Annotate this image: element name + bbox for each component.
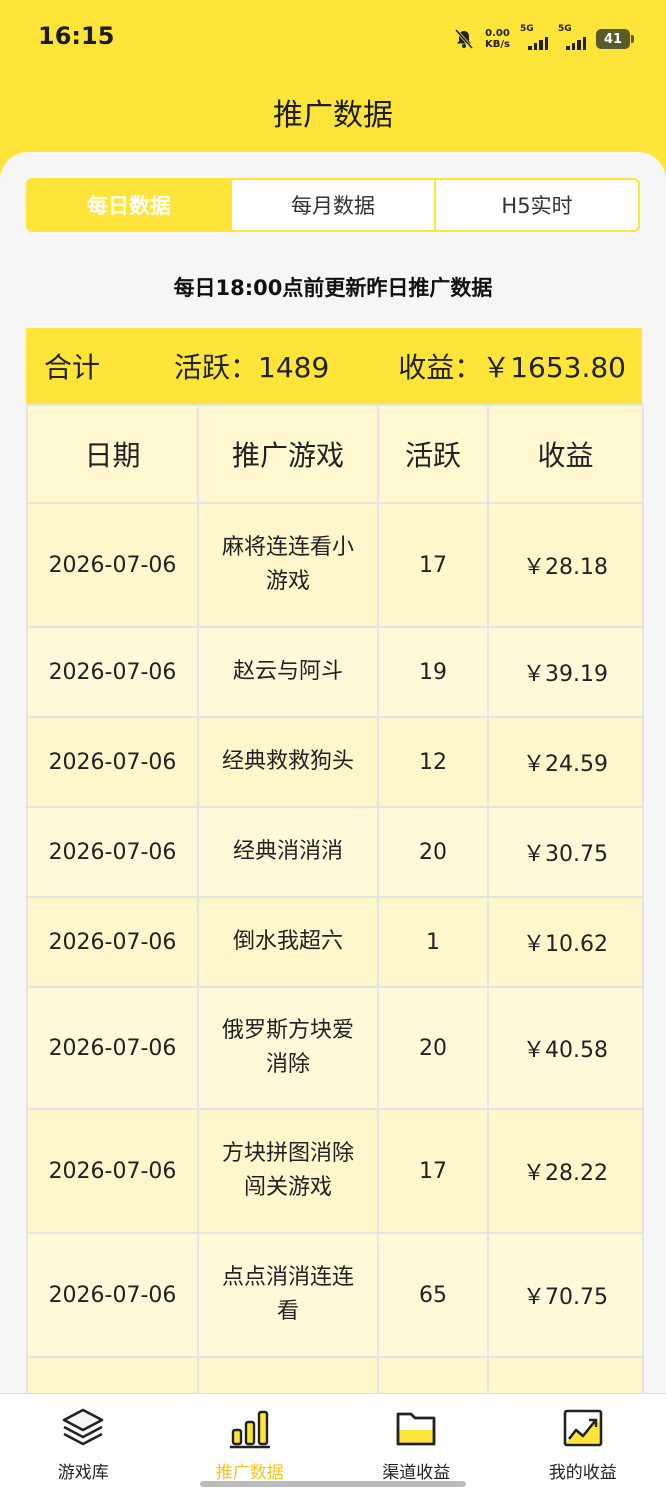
cell-game: 方块拼图消除闯关游戏 bbox=[198, 1109, 378, 1233]
cell-active: 65 bbox=[378, 1233, 488, 1357]
cell-game: 点点消消连连看 bbox=[198, 1233, 378, 1357]
tab-monthly[interactable]: 每月数据 bbox=[232, 180, 436, 230]
battery-icon: 41 bbox=[596, 29, 630, 49]
cell-revenue: ￥70.75 bbox=[488, 1233, 643, 1357]
tabbar-item-my-revenue[interactable]: 我的收益 bbox=[500, 1394, 666, 1501]
summary-revenue: 收益：￥1653.80 bbox=[398, 346, 626, 386]
summary-bar: 合计 活跃：1489 收益：￥1653.80 bbox=[26, 328, 642, 404]
status-icons: 0.00 KB/s 5G 5G 41 bbox=[453, 24, 630, 54]
column-header-game: 推广游戏 bbox=[198, 405, 378, 503]
home-indicator[interactable] bbox=[200, 1481, 466, 1487]
signal-icon: 5G bbox=[558, 28, 586, 50]
table-row: 2026-07-06 赵云与阿斗 19 ￥39.19 bbox=[27, 627, 643, 717]
cell-revenue: ￥39.19 bbox=[488, 627, 643, 717]
tabbar-label: 我的收益 bbox=[549, 1458, 617, 1483]
summary-label: 合计 bbox=[44, 346, 100, 386]
tabbar-label: 游戏库 bbox=[58, 1458, 109, 1483]
folder-icon bbox=[393, 1406, 439, 1450]
update-notice: 每日18:00点前更新昨日推广数据 bbox=[0, 272, 666, 302]
table-row: 2026-07-06 方块拼图消除闯关游戏 17 ￥28.22 bbox=[27, 1109, 643, 1233]
table-row: 2026-07-06 点点消消连连看 65 ￥70.75 bbox=[27, 1233, 643, 1357]
signal-label: 5G bbox=[558, 24, 572, 34]
cell-revenue: ￥24.59 bbox=[488, 717, 643, 807]
tabbar-label: 渠道收益 bbox=[382, 1458, 450, 1483]
cell-game: 俄罗斯方块爱消除 bbox=[198, 987, 378, 1109]
cell-revenue: ￥40.58 bbox=[488, 987, 643, 1109]
tab-daily[interactable]: 每日数据 bbox=[28, 180, 232, 230]
cell-date: 2026-07-06 bbox=[27, 807, 198, 897]
cell-active: 17 bbox=[378, 1109, 488, 1233]
table-row: 2026-07-06 麻将连连看小游戏 17 ￥28.18 bbox=[27, 503, 643, 627]
cell-date: 2026-07-06 bbox=[27, 1233, 198, 1357]
signal-label: 5G bbox=[520, 24, 534, 34]
page-title: 推广数据 bbox=[0, 90, 666, 134]
speed-value: 0.00 bbox=[485, 28, 510, 39]
network-speed: 0.00 KB/s bbox=[485, 28, 510, 50]
cell-active: 20 bbox=[378, 807, 488, 897]
signal-icon: 5G bbox=[520, 28, 548, 50]
cell-active: 19 bbox=[378, 627, 488, 717]
cell-date: 2026-07-06 bbox=[27, 627, 198, 717]
cell-revenue: ￥28.22 bbox=[488, 1109, 643, 1233]
cell-active: 12 bbox=[378, 717, 488, 807]
bell-mute-icon bbox=[453, 28, 475, 50]
column-header-revenue: 收益 bbox=[488, 405, 643, 503]
tabbar-item-game-library[interactable]: 游戏库 bbox=[0, 1394, 167, 1501]
column-header-date: 日期 bbox=[27, 405, 198, 503]
cell-active: 17 bbox=[378, 503, 488, 627]
column-header-active: 活跃 bbox=[378, 405, 488, 503]
cell-active: 20 bbox=[378, 987, 488, 1109]
layers-icon bbox=[60, 1406, 106, 1450]
summary-active: 活跃：1489 bbox=[174, 346, 329, 386]
content-panel: 每日数据 每月数据 H5实时 每日18:00点前更新昨日推广数据 合计 活跃：1… bbox=[0, 152, 666, 1500]
cell-date: 2026-07-06 bbox=[27, 717, 198, 807]
table-row: 2026-07-06 经典消消消 20 ￥30.75 bbox=[27, 807, 643, 897]
data-table: 日期 推广游戏 活跃 收益 2026-07-06 麻将连连看小游戏 17 ￥28… bbox=[26, 404, 644, 1482]
cell-revenue: ￥10.62 bbox=[488, 897, 643, 987]
cell-date: 2026-07-06 bbox=[27, 987, 198, 1109]
tabbar-label: 推广数据 bbox=[216, 1458, 284, 1483]
cell-game: 经典救救狗头 bbox=[198, 717, 378, 807]
trend-chart-icon bbox=[560, 1406, 606, 1450]
status-bar: 16:15 0.00 KB/s 5G 5G 41 bbox=[0, 0, 666, 78]
tab-h5-realtime[interactable]: H5实时 bbox=[436, 180, 638, 230]
cell-game: 赵云与阿斗 bbox=[198, 627, 378, 717]
cell-date: 2026-07-06 bbox=[27, 503, 198, 627]
cell-revenue: ￥30.75 bbox=[488, 807, 643, 897]
cell-active: 1 bbox=[378, 897, 488, 987]
cell-game: 经典消消消 bbox=[198, 807, 378, 897]
table-row: 2026-07-06 倒水我超六 1 ￥10.62 bbox=[27, 897, 643, 987]
table-header-row: 日期 推广游戏 活跃 收益 bbox=[27, 405, 643, 503]
cell-revenue: ￥28.18 bbox=[488, 503, 643, 627]
bar-chart-icon bbox=[227, 1406, 273, 1450]
speed-unit: KB/s bbox=[485, 39, 510, 50]
status-time: 16:15 bbox=[38, 22, 114, 50]
cell-game: 麻将连连看小游戏 bbox=[198, 503, 378, 627]
segment-tabs: 每日数据 每月数据 H5实时 bbox=[26, 178, 640, 232]
cell-game: 倒水我超六 bbox=[198, 897, 378, 987]
cell-date: 2026-07-06 bbox=[27, 1109, 198, 1233]
table-row: 2026-07-06 经典救救狗头 12 ￥24.59 bbox=[27, 717, 643, 807]
table-row: 2026-07-06 俄罗斯方块爱消除 20 ￥40.58 bbox=[27, 987, 643, 1109]
cell-date: 2026-07-06 bbox=[27, 897, 198, 987]
